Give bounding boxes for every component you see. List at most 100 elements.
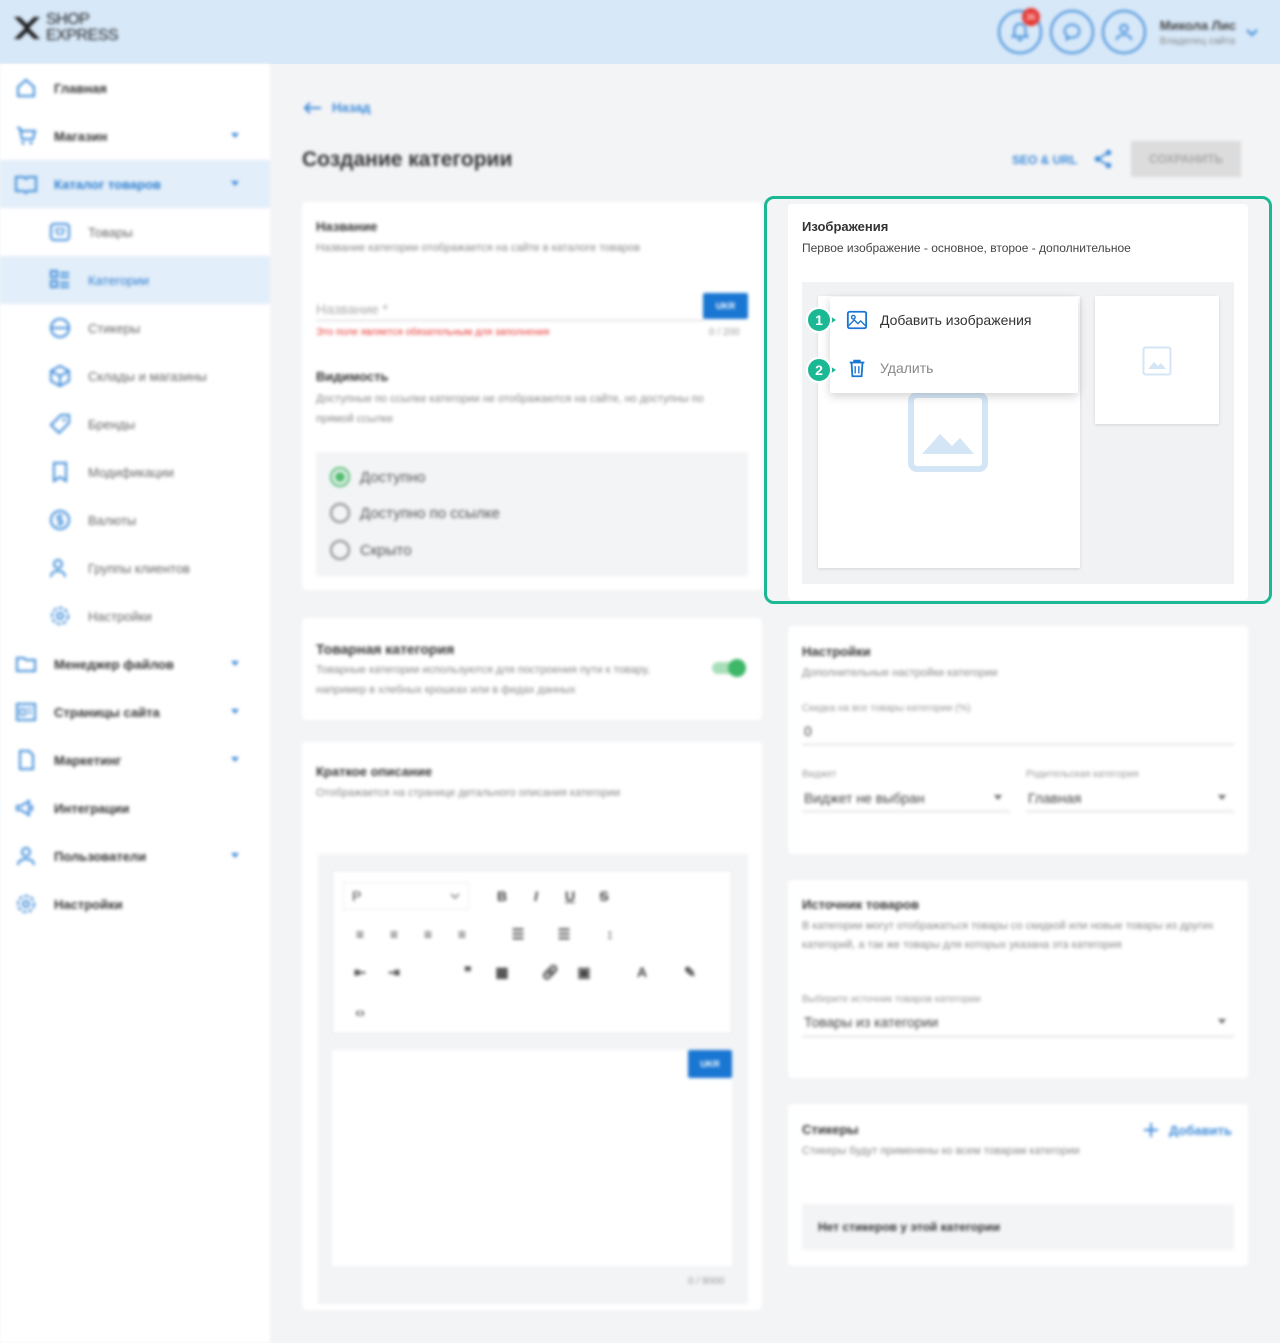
sidebar-item-categories[interactable]: Категории xyxy=(0,256,270,304)
sidebar-item-home[interactable]: Главная xyxy=(0,64,270,112)
radio-button[interactable] xyxy=(330,540,350,560)
sidebar-item-catalog[interactable]: Каталог товаров xyxy=(0,160,270,208)
sidebar-item-stickers[interactable]: Стикеры xyxy=(0,304,270,352)
bold-icon[interactable]: B xyxy=(485,888,519,904)
editor-content-area[interactable] xyxy=(332,1050,732,1266)
align-center-icon[interactable]: ≡ xyxy=(377,926,411,942)
sidebar-item-label: Менеджер файлов xyxy=(54,656,174,672)
top-bar: SHOP EXPRESS 36 Микола Лис Владелец сайт… xyxy=(0,0,1280,64)
image-icon[interactable]: ▣ xyxy=(567,964,601,981)
discount-underline xyxy=(802,744,1234,745)
widget-select[interactable]: Виджет не выбран xyxy=(804,790,925,806)
editor-lang-button[interactable]: UKR xyxy=(688,1050,732,1078)
sidebar-item-catalog-settings[interactable]: Настройки xyxy=(0,592,270,640)
lang-button[interactable]: UKR xyxy=(703,293,748,319)
indent-icon[interactable]: ⇥ xyxy=(377,964,411,981)
add-sticker-button[interactable]: Добавить xyxy=(1143,1122,1232,1138)
toolbar-row-4: ‹› xyxy=(333,993,377,1031)
sidebar-item-label: Маркетинг xyxy=(54,752,122,768)
radio-by-link[interactable]: Доступно по ссылке xyxy=(330,503,500,523)
numbered-list-icon[interactable]: ☰ xyxy=(547,926,581,943)
arrow-left-icon xyxy=(303,101,321,114)
messages-button[interactable] xyxy=(1049,10,1094,54)
settings-subtitle: Дополнительные настройки категории xyxy=(802,667,998,679)
toggle-knob xyxy=(728,659,746,677)
caret-down-icon xyxy=(231,133,239,138)
underline-icon[interactable]: U xyxy=(553,888,587,904)
strikethrough-icon[interactable]: S xyxy=(587,888,621,904)
no-stickers-message: Нет стикеров у этой категории xyxy=(802,1204,1234,1250)
save-button[interactable]: СОХРАНИТЬ xyxy=(1131,141,1241,177)
plus-icon xyxy=(1144,1123,1158,1137)
highlight-color-icon[interactable]: ✎ xyxy=(673,964,707,981)
back-link[interactable]: Назад xyxy=(302,100,371,115)
caret-down-icon xyxy=(231,709,239,714)
product-category-toggle[interactable] xyxy=(712,659,746,677)
name-input[interactable]: Название * xyxy=(316,301,388,317)
source-select-label: Выберите источник товаров категории xyxy=(802,994,981,1005)
align-right-icon[interactable]: ≡ xyxy=(411,926,445,942)
sidebar-item-products[interactable]: Товары xyxy=(0,208,270,256)
profile-button[interactable] xyxy=(1101,10,1146,54)
cart-icon xyxy=(17,127,37,145)
text-color-icon[interactable]: A xyxy=(625,964,659,980)
align-justify-icon[interactable]: ≡ xyxy=(445,926,479,942)
source-select[interactable]: Товары из категории xyxy=(804,1014,938,1030)
align-left-icon[interactable]: ≡ xyxy=(343,926,377,942)
user-info[interactable]: Микола Лис Владелец сайта xyxy=(1160,18,1236,47)
warehouse-icon xyxy=(50,364,70,388)
sidebar-item-client-groups[interactable]: Группы клиентов xyxy=(0,544,270,592)
users-icon xyxy=(50,559,66,578)
share-icon[interactable] xyxy=(1092,148,1114,170)
book-icon xyxy=(15,176,37,195)
sticker-icon xyxy=(50,318,70,338)
table-icon[interactable]: ▦ xyxy=(485,964,519,981)
radio-available[interactable]: Доступно xyxy=(330,467,425,487)
caret-down-icon xyxy=(231,853,239,858)
sidebar-item-currencies[interactable]: Валюты xyxy=(0,496,270,544)
home-icon xyxy=(17,78,35,97)
italic-icon[interactable]: I xyxy=(519,888,553,904)
sidebar-item-marketing[interactable]: Маркетинг xyxy=(0,736,270,784)
link-icon[interactable]: 🔗︎ xyxy=(533,964,567,981)
paragraph-select[interactable]: P xyxy=(343,882,469,910)
sidebar-item-brands[interactable]: Бренды xyxy=(0,400,270,448)
bullet-list-icon[interactable]: ☰ xyxy=(501,926,535,943)
caret-down-icon xyxy=(994,795,1002,800)
seo-url-link[interactable]: SEO & URL xyxy=(1012,153,1077,167)
gear-icon xyxy=(51,607,69,625)
widget-underline xyxy=(802,811,1010,812)
notifications-button[interactable]: 36 xyxy=(997,8,1042,54)
outdent-icon[interactable]: ⇤ xyxy=(343,964,377,981)
sidebar-item-integrations[interactable]: Интеграции xyxy=(0,784,270,832)
editor-toolbar: P B I U S ≡ ≡ ≡ ≡ ☰ ☰ ↕ ⇤ ⇥ ❞ ▦ 🔗︎ ▣ A ✎ xyxy=(332,870,732,1034)
marketing-icon xyxy=(19,750,34,770)
sidebar-item-file-manager[interactable]: Менеджер файлов xyxy=(0,640,270,688)
parent-category-select[interactable]: Главная xyxy=(1028,790,1081,806)
quote-icon[interactable]: ❞ xyxy=(451,964,485,981)
line-height-icon[interactable]: ↕ xyxy=(593,926,627,942)
add-sticker-label: Добавить xyxy=(1169,1122,1232,1138)
source-code-icon[interactable]: ‹› xyxy=(343,1004,377,1020)
settings-card xyxy=(788,626,1248,854)
discount-input[interactable]: 0 xyxy=(804,723,812,739)
box-icon xyxy=(50,223,70,241)
chat-icon xyxy=(1063,23,1081,42)
sidebar-item-modifications[interactable]: Модификации xyxy=(0,448,270,496)
sidebar-item-label: Каталог товаров xyxy=(54,176,162,192)
sidebar-item-site-pages[interactable]: Страницы сайта xyxy=(0,688,270,736)
radio-label: Доступно xyxy=(360,468,426,486)
sidebar-item-users[interactable]: Пользователи xyxy=(0,832,270,880)
sidebar: Главная Магазин Каталог товаров Товары К… xyxy=(0,64,270,1343)
sidebar-item-shop[interactable]: Магазин xyxy=(0,112,270,160)
short-description-subtitle: Отображается на странице детального опис… xyxy=(316,787,621,799)
chevron-down-icon[interactable] xyxy=(1244,24,1260,40)
radio-hidden[interactable]: Скрыто xyxy=(330,540,412,560)
sidebar-item-settings[interactable]: Настройки xyxy=(0,880,270,928)
toolbar-row-1: P B I U S xyxy=(333,877,621,915)
radio-button[interactable] xyxy=(330,503,350,523)
name-error: Это поле является обязательным для запол… xyxy=(316,327,550,338)
radio-button[interactable] xyxy=(330,467,350,487)
logo[interactable]: SHOP EXPRESS xyxy=(12,12,119,44)
sidebar-item-warehouses[interactable]: Склады и магазины xyxy=(0,352,270,400)
